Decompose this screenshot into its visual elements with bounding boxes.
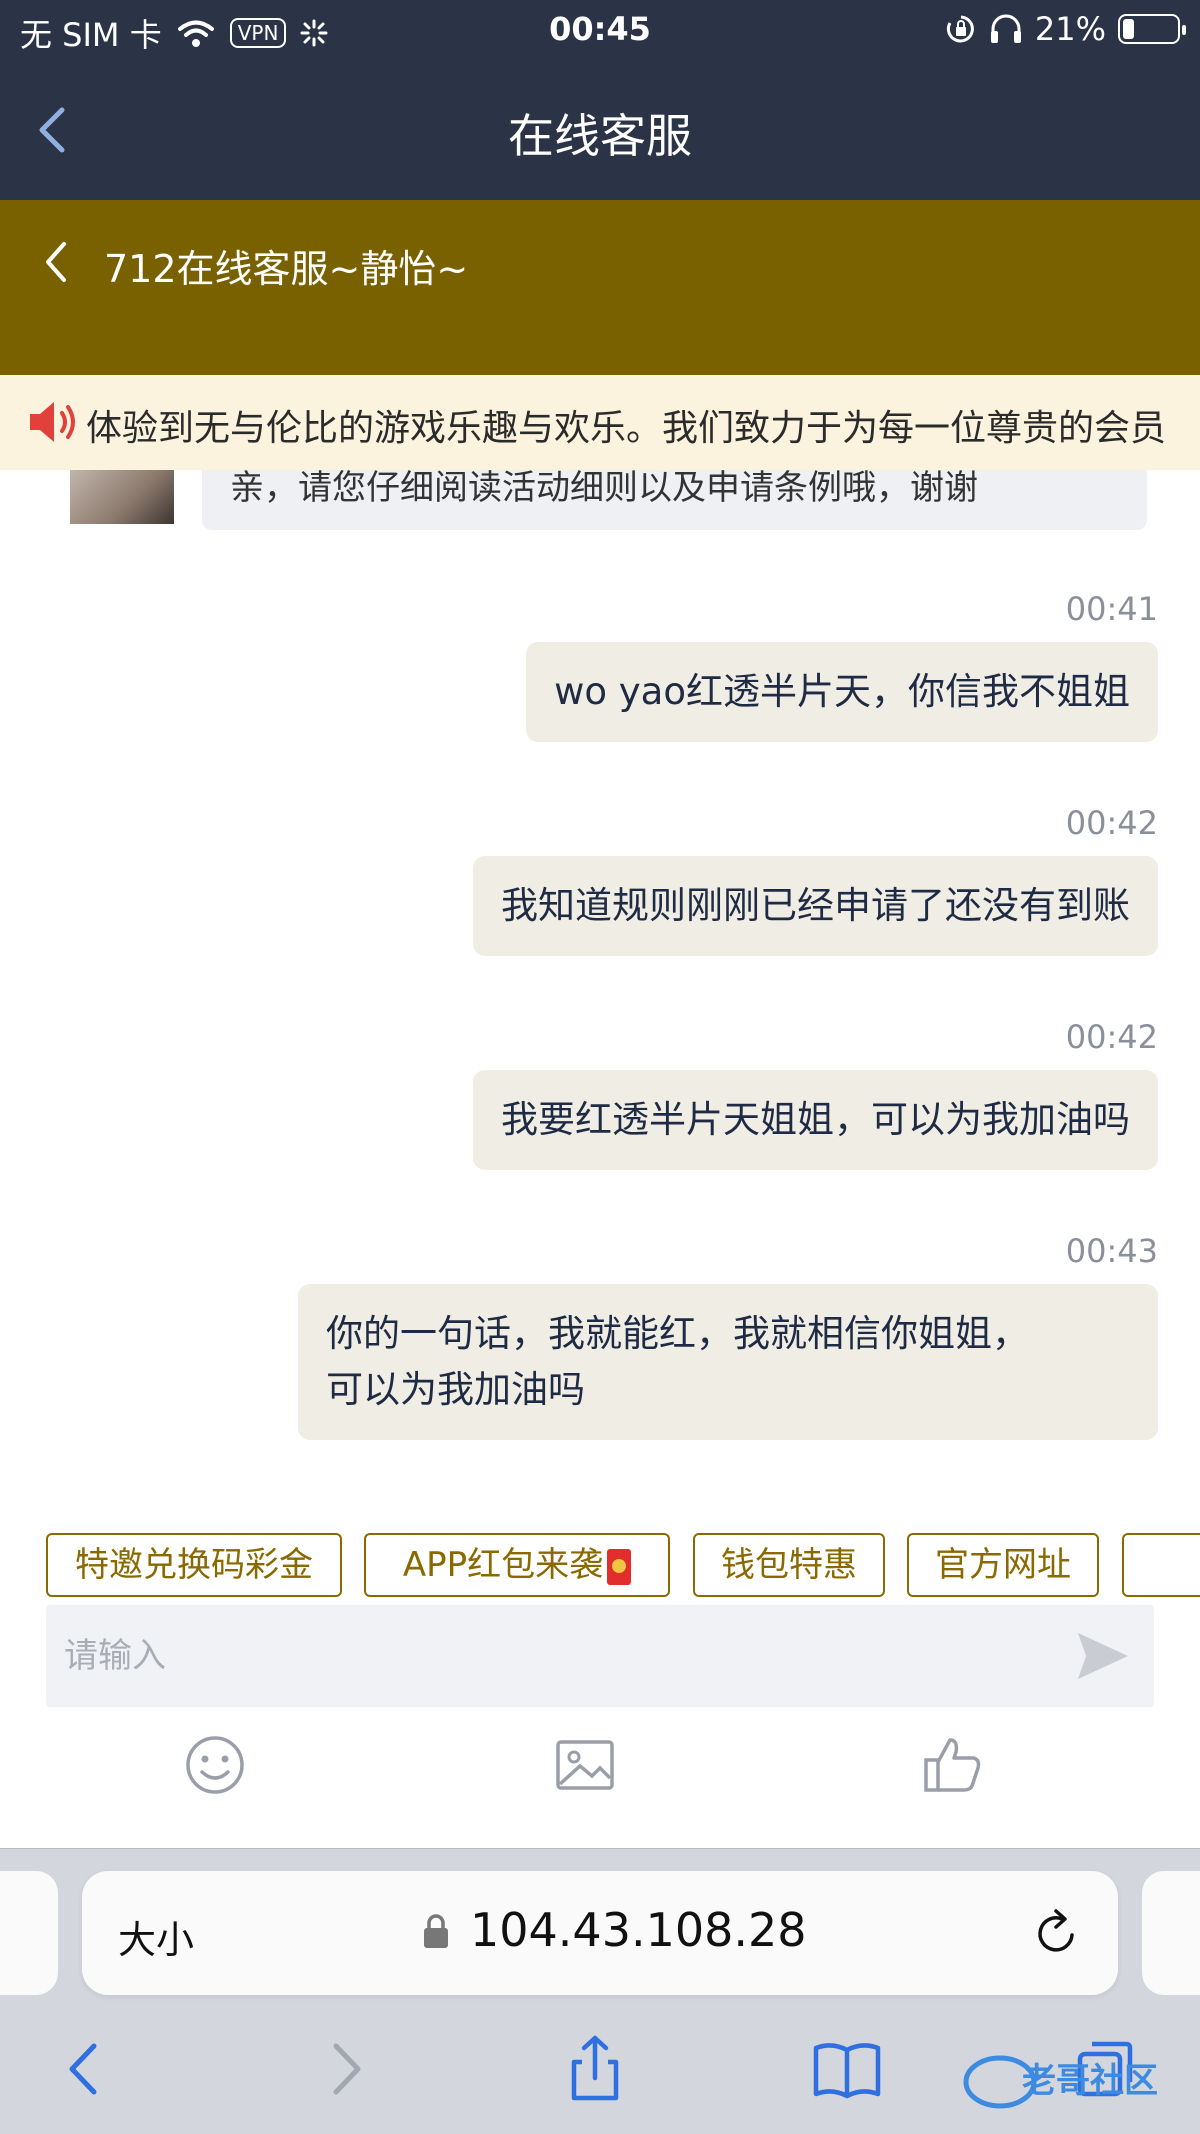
message-time: 00:41 (1065, 590, 1158, 628)
nav-bar: 在线客服 (0, 62, 1200, 200)
red-envelope-icon (607, 1548, 632, 1585)
chat-back-icon[interactable] (38, 238, 74, 286)
message-time: 00:42 (1065, 1018, 1158, 1056)
text-size-label: 大小 (118, 1918, 195, 1962)
page-title: 在线客服 (508, 109, 692, 163)
chat-area: 亲，请您仔细阅读活动细则以及申请条例哦，谢谢 00:41 wo yao红透半片天… (0, 470, 1200, 1520)
emoji-icon[interactable] (180, 1730, 250, 1800)
thumbs-up-icon[interactable] (918, 1730, 988, 1800)
message-input-row (46, 1605, 1154, 1707)
message-time: 00:42 (1065, 804, 1158, 842)
speaker-icon (30, 402, 75, 442)
quick-reply-official-site[interactable]: 官方网址 (907, 1533, 1099, 1597)
message-input[interactable] (46, 1605, 1026, 1707)
browser-toolbar: 老哥社区 (0, 2034, 1200, 2134)
send-icon[interactable] (1074, 1629, 1132, 1683)
quick-reply-more[interactable] (1122, 1533, 1200, 1597)
outgoing-message: 00:42 我要红透半片天姐姐，可以为我加油吗 (473, 1018, 1158, 1170)
status-right: 21% (945, 10, 1186, 48)
quick-reply-redeem-code[interactable]: 特邀兑换码彩金 (46, 1533, 342, 1597)
message-bubble: 你的一句话，我就能红，我就相信你姐姐， 可以为我加油吗 (298, 1284, 1158, 1440)
url-text: 104.43.108.28 (470, 1903, 807, 1957)
image-icon[interactable] (550, 1730, 620, 1800)
message-line: 可以为我加油吗 (326, 1368, 585, 1411)
outgoing-message: 00:43 你的一句话，我就能红，我就相信你姐姐， 可以为我加油吗 (298, 1232, 1158, 1440)
bookmarks-icon[interactable] (812, 2034, 882, 2104)
previous-tab[interactable] (0, 1871, 58, 1995)
quick-reply-wallet[interactable]: 钱包特惠 (693, 1533, 885, 1597)
chat-title: 712在线客服~静怡~ (104, 247, 469, 291)
rotation-lock-icon (946, 15, 974, 43)
next-tab[interactable] (1142, 1871, 1200, 1995)
message-bubble: wo yao红透半片天，你信我不姐姐 (526, 642, 1158, 742)
message-time: 00:43 (1065, 1232, 1158, 1270)
outgoing-message: 00:42 我知道规则刚刚已经申请了还没有到账 (473, 804, 1158, 956)
browser-forward-icon[interactable] (310, 2034, 380, 2104)
share-icon[interactable] (560, 2034, 630, 2104)
chat-header: 712在线客服~静怡~ (0, 200, 1200, 375)
watermark-text: 老哥社区 (1022, 2061, 1158, 2101)
announcement-marquee: 体验到无与伦比的游戏乐趣与欢乐。我们致力于为每一位尊贵的会员 (0, 375, 1200, 470)
browser-back-icon[interactable] (50, 2034, 120, 2104)
quick-replies: 特邀兑换码彩金 APP红包来袭 钱包特惠 官方网址 (0, 1533, 1200, 1597)
agent-avatar (70, 470, 174, 524)
battery-fill (1123, 19, 1134, 39)
battery-percent: 21% (1034, 10, 1106, 48)
lock-icon (424, 1914, 448, 1948)
text-size-button[interactable]: 大小 (118, 1909, 194, 1964)
reload-icon[interactable] (1032, 1907, 1082, 1959)
watermark-logo: 老哥社区 (963, 2055, 1158, 2109)
address-bar[interactable]: 大小 104.43.108.28 (82, 1871, 1118, 1995)
quick-reply-app-redpacket[interactable]: APP红包来袭 (364, 1533, 670, 1597)
message-line: 你的一句话，我就能红，我就相信你姐姐， (326, 1312, 1029, 1355)
input-tools (0, 1730, 1200, 1810)
outgoing-message: 00:41 wo yao红透半片天，你信我不姐姐 (526, 590, 1158, 742)
status-bar: 无 SIM 卡 VPN 00:45 21% (0, 0, 1200, 62)
message-bubble: 我知道规则刚刚已经申请了还没有到账 (473, 856, 1158, 956)
browser-chrome: 大小 104.43.108.28 老哥社区 (0, 1848, 1200, 2134)
incoming-message: 亲，请您仔细阅读活动细则以及申请条例哦，谢谢 (202, 470, 1147, 530)
headphones-icon (990, 14, 1021, 43)
message-bubble: 我要红透半片天姐姐，可以为我加油吗 (473, 1070, 1158, 1170)
battery-icon (1118, 14, 1186, 44)
announcement-text: 体验到无与伦比的游戏乐趣与欢乐。我们致力于为每一位尊贵的会员 (86, 408, 1167, 449)
quick-reply-label: APP红包来袭 (402, 1545, 604, 1585)
